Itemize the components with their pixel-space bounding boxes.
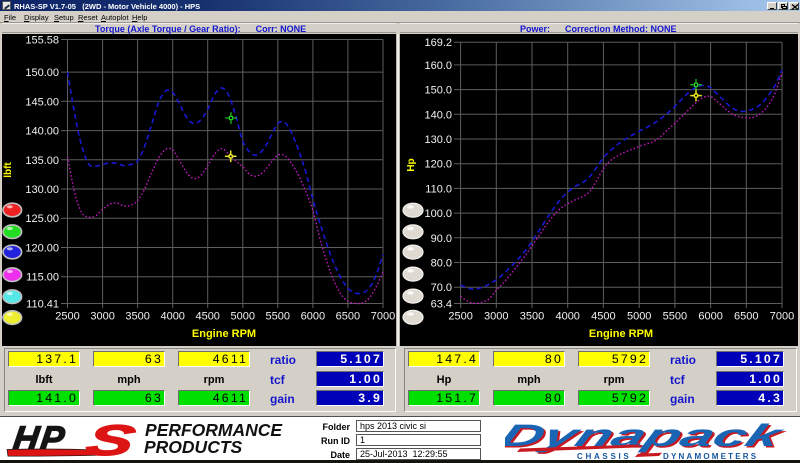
svg-text:160.0: 160.0 [424,60,452,72]
svg-text:6000: 6000 [301,311,325,323]
svg-text:80.0: 80.0 [431,258,452,270]
svg-text:6500: 6500 [336,311,360,323]
svg-text:135.00: 135.00 [25,155,59,167]
svg-text:6500: 6500 [734,311,758,323]
svg-text:3000: 3000 [484,311,508,323]
svg-text:7000: 7000 [770,311,794,323]
svg-text:150.0: 150.0 [424,85,452,97]
svg-text:5000: 5000 [627,311,651,323]
svg-text:4000: 4000 [160,311,184,323]
svg-text:125.00: 125.00 [25,213,59,225]
svg-text:CHASSIS: CHASSIS [577,452,631,461]
svg-text:3500: 3500 [520,311,544,323]
svg-text:115.00: 115.00 [26,272,59,284]
svg-text:Hp: Hp [406,158,417,171]
svg-text:4500: 4500 [195,311,219,323]
svg-text:Engine RPM: Engine RPM [589,328,653,340]
svg-text:145.00: 145.00 [25,96,59,108]
svg-text:110.0: 110.0 [425,183,452,195]
svg-text:4500: 4500 [591,311,615,323]
svg-text:169.2: 169.2 [424,37,452,49]
svg-text:110.41: 110.41 [26,299,59,311]
svg-text:5500: 5500 [663,311,687,323]
svg-text:3500: 3500 [125,311,149,323]
svg-text:130.00: 130.00 [25,184,59,196]
svg-text:2500: 2500 [55,311,79,323]
svg-text:140.0: 140.0 [424,109,452,121]
svg-text:140.00: 140.00 [25,126,59,138]
svg-text:100.0: 100.0 [424,208,452,220]
svg-text:70.0: 70.0 [431,282,452,294]
svg-text:S: S [82,420,140,463]
svg-text:lbft: lbft [3,162,14,178]
svg-text:155.58: 155.58 [25,35,59,47]
svg-text:6000: 6000 [698,311,722,323]
svg-text:2500: 2500 [448,311,472,323]
svg-text:63.4: 63.4 [431,299,452,311]
svg-text:Engine RPM: Engine RPM [192,328,256,340]
svg-text:120.0: 120.0 [424,159,452,171]
svg-text:130.0: 130.0 [424,134,452,146]
svg-text:4000: 4000 [555,311,579,323]
svg-text:DYNAMOMETERS: DYNAMOMETERS [663,452,758,461]
svg-text:5000: 5000 [231,311,255,323]
svg-text:150.00: 150.00 [25,67,59,79]
svg-text:7000: 7000 [371,311,395,323]
svg-text:3000: 3000 [90,311,114,323]
svg-text:120.00: 120.00 [25,243,59,255]
svg-text:90.0: 90.0 [431,233,452,245]
svg-text:5500: 5500 [266,311,290,323]
